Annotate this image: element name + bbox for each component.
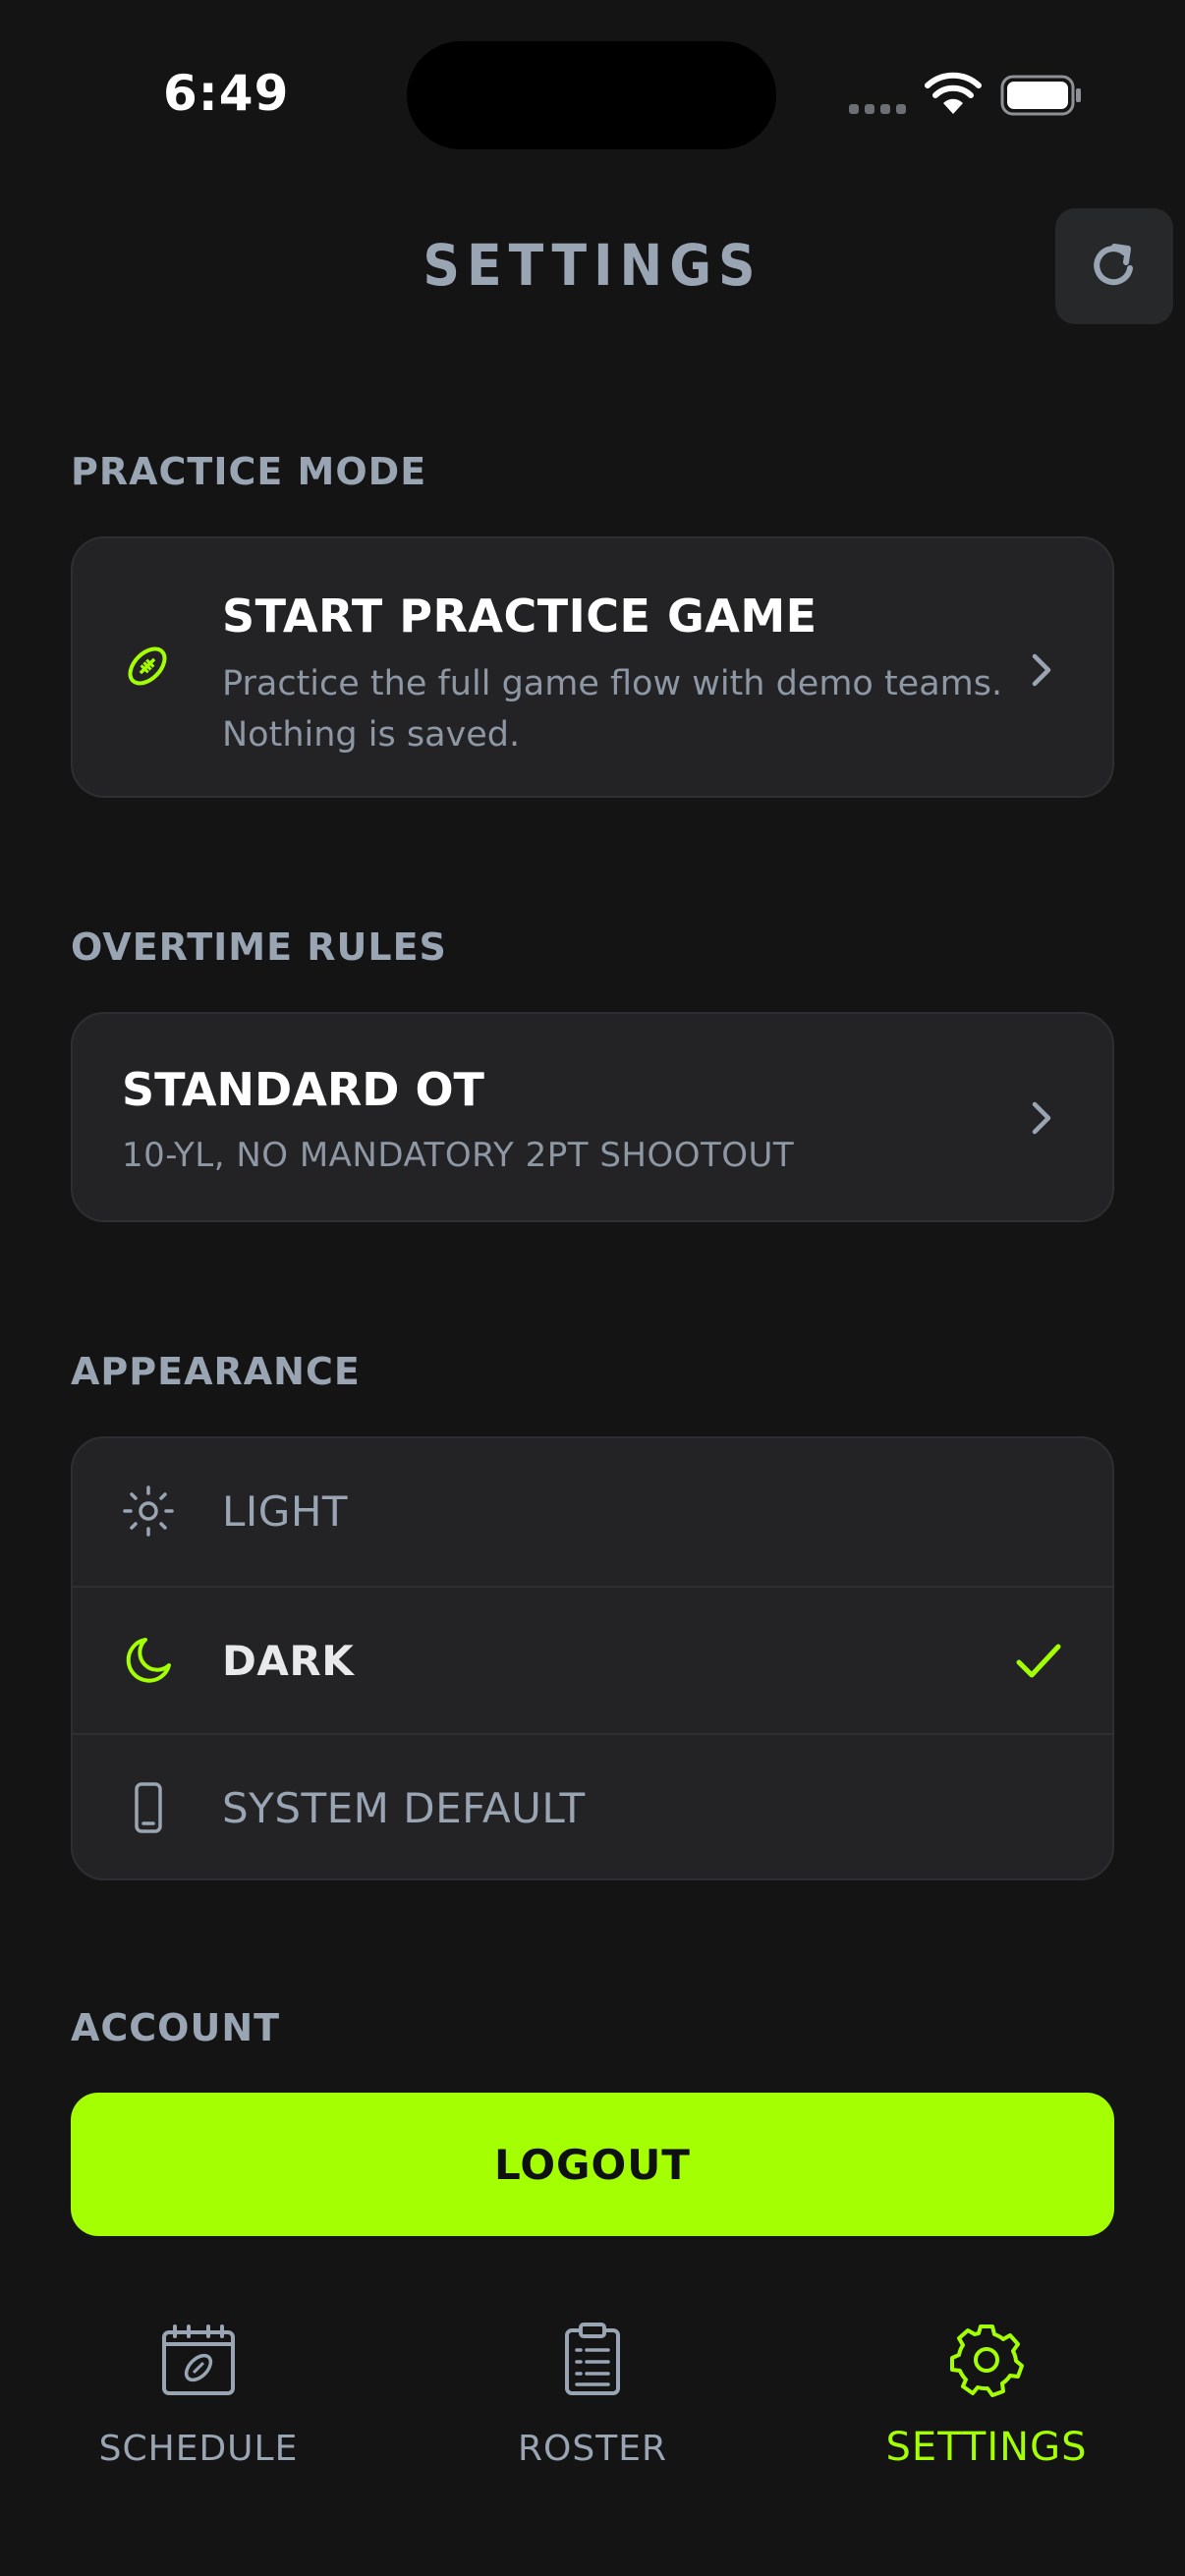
practice-game-description: Practice the full game flow with demo te…	[222, 664, 1003, 755]
gear-icon	[950, 2324, 1024, 2397]
refresh-button[interactable]	[1055, 208, 1173, 324]
section-label-appearance: APPEARANCE	[71, 1350, 361, 1393]
start-practice-game-button[interactable]: START PRACTICE GAME Practice the full ga…	[71, 536, 1114, 798]
overtime-rules-button[interactable]: STANDARD OT 10-YL, NO MANDATORY 2PT SHOO…	[71, 1012, 1114, 1222]
section-label-practice-mode: PRACTICE MODE	[71, 450, 427, 493]
appearance-option-label: LIGHT	[222, 1487, 349, 1536]
settings-screen: 6:49 SETTINGS PRACTICE MODE START PRACTI…	[0, 0, 1185, 2576]
wifi-icon	[925, 72, 982, 114]
tab-label: ROSTER	[518, 2429, 667, 2469]
tab-label: SCHEDULE	[98, 2429, 299, 2469]
appearance-option-dark[interactable]: DARK	[73, 1586, 1112, 1733]
chevron-right-icon	[1032, 653, 1051, 687]
overtime-rule-subtitle: 10-YL, NO MANDATORY 2PT SHOOTOUT	[122, 1136, 795, 1175]
logout-button[interactable]: LOGOUT	[71, 2093, 1114, 2236]
cellular-signal-icon	[849, 104, 906, 116]
tab-label: SETTINGS	[885, 2425, 1088, 2470]
checkmark-icon	[1016, 1644, 1061, 1678]
appearance-options: LIGHT DARK SYSTEM DEFAULT	[71, 1436, 1114, 1880]
section-label-overtime-rules: OVERTIME RULES	[71, 925, 447, 969]
page-title: SETTINGS	[423, 232, 762, 299]
football-icon	[128, 646, 167, 686]
refresh-icon	[1094, 244, 1133, 286]
appearance-option-system-default[interactable]: SYSTEM DEFAULT	[73, 1733, 1112, 1878]
sun-icon	[123, 1485, 174, 1537]
tab-settings[interactable]: SETTINGS	[839, 2323, 1134, 2470]
appearance-option-label: DARK	[222, 1637, 355, 1685]
appearance-option-light[interactable]: LIGHT	[73, 1438, 1112, 1586]
dynamic-island	[407, 41, 776, 149]
battery-icon	[1000, 75, 1081, 116]
calendar-football-icon	[162, 2324, 235, 2395]
status-time: 6:49	[163, 65, 290, 122]
practice-game-title: START PRACTICE GAME	[222, 589, 818, 643]
clipboard-icon	[565, 2323, 620, 2395]
section-label-account: ACCOUNT	[71, 2006, 281, 2049]
moon-icon	[126, 1638, 171, 1683]
overtime-rule-title: STANDARD OT	[122, 1063, 484, 1116]
tab-roster[interactable]: ROSTER	[445, 2323, 740, 2470]
appearance-option-label: SYSTEM DEFAULT	[222, 1784, 586, 1832]
tab-schedule[interactable]: SCHEDULE	[51, 2323, 346, 2470]
chevron-right-icon	[1032, 1101, 1051, 1135]
phone-icon	[135, 1782, 162, 1833]
